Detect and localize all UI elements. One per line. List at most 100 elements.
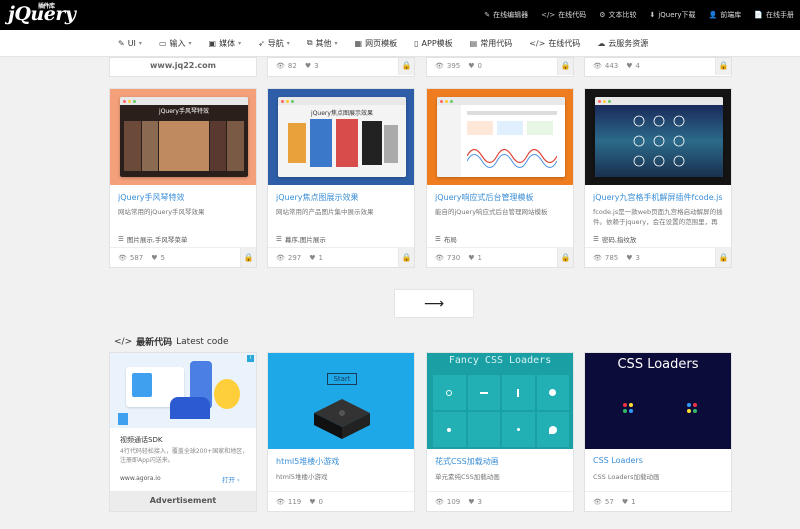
nav-media[interactable]: ▣ 媒体 ▾ <box>209 38 242 49</box>
partial-card-2[interactable]: 👁 82 ♥ 3 🔒 <box>267 57 415 77</box>
top-links: ✎ 在线编辑器 </> 在线代码 ⚙ 文本比较 ⬇ jQuery下载 👤 前端库 📄 在线手… <box>484 0 794 30</box>
heart-icon: ♥ <box>621 497 629 506</box>
code-icon: </> <box>114 336 133 347</box>
nav-web-templates[interactable]: ▦ 网页模板 <box>355 38 398 49</box>
card-title[interactable]: jQuery焦点图展示效果 <box>276 192 410 203</box>
card-stats: 👁 82 ♥ 3 🔒 <box>268 58 414 76</box>
advertisement-card[interactable]: i 视频通话SDK 4行代码轻松接入，覆盖全球200+国家和地区，注册即App闪… <box>109 352 257 512</box>
lock-icon[interactable]: 🔒 <box>715 58 731 75</box>
toplink-editor[interactable]: ✎ 在线编辑器 <box>484 10 528 20</box>
nav-common-code[interactable]: ▤ 常用代码 <box>470 38 513 49</box>
card-thumbnail[interactable]: Start <box>268 353 414 449</box>
lock-icon[interactable]: 🔒 <box>557 58 573 75</box>
nav-navigation[interactable]: ➶ 导航 ▾ <box>258 38 290 49</box>
ad-title[interactable]: 视频通话SDK <box>120 435 162 445</box>
card-title[interactable]: html5堆楼小游戏 <box>276 456 339 467</box>
load-more-button[interactable]: ⟶ <box>394 289 474 318</box>
eye-icon: 👁 <box>118 253 127 262</box>
heart-icon: ♥ <box>309 497 316 506</box>
card-site-url: www.jq22.com <box>150 61 216 70</box>
toplink-online-code[interactable]: </> 在线代码 <box>541 10 586 20</box>
latest-card[interactable]: Start html5堆楼小游戏 html5堆楼小游戏 👁 119 ♥ 0 <box>267 352 415 512</box>
card-description: 网站常用的jQuery手风琴效果 <box>118 208 205 216</box>
card-description: fcode.js是一款web页面九宫格启动解屏的插件。依赖于jquery，会在设… <box>593 208 723 226</box>
toplink-jquery-download[interactable]: ⬇ jQuery下载 <box>649 10 695 20</box>
card-tags: ☰ 图片展示,手风琴菜单 <box>118 235 188 244</box>
card-description: 能自的jQuery响应式后台管理网站模板 <box>435 208 548 216</box>
chevron-down-icon: ▾ <box>188 39 192 47</box>
card-stats: 👁 785 ♥ 3 🔒 <box>585 247 731 267</box>
thumb-heading: CSS Loaders <box>617 357 699 372</box>
nav-online-code[interactable]: </> 在线代码 <box>529 38 580 49</box>
card-title[interactable]: jQuery九宫格手机解屏插件fcode.js <box>593 192 727 203</box>
nav-other[interactable]: ⧉ 其他 ▾ <box>307 38 338 49</box>
card-description: 单元素纯CSS加载动画 <box>435 473 500 481</box>
keyboard-icon: ▭ <box>158 38 167 48</box>
partial-card-4[interactable]: 👁 443 ♥ 4 🔒 <box>584 57 732 77</box>
chevron-down-icon: ▾ <box>334 39 338 47</box>
card-thumbnail[interactable]: CSS Loaders <box>585 353 731 449</box>
ad-open-button[interactable]: 打开 › <box>222 474 240 484</box>
plugin-card[interactable]: jQuery焦点图展示效果 jQuery焦点图展示效果 网站常用的产品图片集中展… <box>267 88 415 268</box>
toplink-manual[interactable]: 📄 在线手册 <box>754 10 794 20</box>
card-thumbnail[interactable]: jQuery手风琴特效 <box>110 89 256 185</box>
card-title[interactable]: CSS Loaders <box>593 456 643 465</box>
partial-card-3[interactable]: 👁 395 ♥ 0 🔒 <box>426 57 574 77</box>
heart-icon: ♥ <box>468 62 475 70</box>
lock-icon[interactable]: 🔒 <box>398 58 414 75</box>
user-icon: 👤 <box>708 11 718 19</box>
nav-input[interactable]: ▭ 输入 ▾ <box>159 38 192 49</box>
heart-icon: ♥ <box>626 62 633 70</box>
latest-card[interactable]: CSS Loaders CSS Loaders CSS Loaders加载动画 … <box>584 352 732 512</box>
card-tags: ☰ 幕序,图片展示 <box>276 235 326 244</box>
lock-icon[interactable]: 🔒 <box>557 248 573 267</box>
chevron-down-icon: ▾ <box>138 39 142 47</box>
card-title[interactable]: jQuery手风琴特效 <box>118 192 252 203</box>
card-thumbnail[interactable]: Fancy CSS Loaders <box>427 353 573 449</box>
thumb-heading: Fancy CSS Loaders <box>448 355 552 366</box>
eye-icon: 👁 <box>276 62 285 70</box>
eye-icon: 👁 <box>435 497 444 506</box>
card-title[interactable]: 花式CSS加载动画 <box>435 456 499 467</box>
gear-icon: ⚙ <box>599 11 606 19</box>
pattern-lock-grid <box>633 115 685 167</box>
wave-chart-decoration <box>467 148 557 168</box>
lock-icon[interactable]: 🔒 <box>715 248 731 267</box>
card-title[interactable]: jQuery响应式后台管理模板 <box>435 192 569 203</box>
thumbnail-preview: jQuery焦点图展示效果 <box>278 97 406 177</box>
ad-info-icon[interactable]: i <box>247 355 254 362</box>
site-logo[interactable]: 插件库 jQuery <box>8 3 76 25</box>
toplink-frontend-lib[interactable]: 👤 前端库 <box>709 10 742 20</box>
card-tags: ☰ 密码,指纹放 <box>593 235 637 244</box>
card-thumbnail[interactable]: jQuery焦点图展示效果 <box>268 89 414 185</box>
ad-url: www.agora.io <box>120 475 161 482</box>
thumbnail-preview: jQuery手风琴特效 <box>120 97 248 177</box>
plugin-card[interactable]: jQuery手风琴特效 jQuery手风琴特效 网站常用的jQuery手风琴效果… <box>109 88 257 268</box>
nav-cloud[interactable]: ☁ 云服务资源 <box>597 38 648 49</box>
card-thumbnail[interactable] <box>427 89 573 185</box>
card-stats: 👁 443 ♥ 4 🔒 <box>585 58 731 76</box>
card-stats: 👁 395 ♥ 0 🔒 <box>427 58 573 76</box>
nav-ui[interactable]: ✎ UI ▾ <box>118 39 142 48</box>
toplink-text-compare[interactable]: ⚙ 文本比较 <box>599 10 636 20</box>
card-stats: 👁 587 ♥ 5 🔒 <box>110 247 256 267</box>
card-description: 网站常用的产品图片集中展示效果 <box>276 208 374 216</box>
card-thumbnail[interactable] <box>585 89 731 185</box>
eye-icon: 👁 <box>593 497 602 506</box>
nav-app-templates[interactable]: ▯ APP模板 <box>414 38 453 49</box>
grid-icon: ▦ <box>354 38 363 48</box>
lock-icon[interactable]: 🔒 <box>398 248 414 267</box>
chevron-down-icon: ▾ <box>238 39 242 47</box>
card-stats: 👁 297 ♥ 1 🔒 <box>268 247 414 267</box>
plugin-card[interactable]: jQuery响应式后台管理模板 能自的jQuery响应式后台管理网站模板 ☰ 布局… <box>426 88 574 268</box>
ad-image[interactable]: i <box>110 353 256 428</box>
code-icon: </> <box>541 11 556 19</box>
partial-card-1[interactable]: www.jq22.com <box>109 57 257 77</box>
card-stats: 👁 119 ♥ 0 <box>268 491 414 511</box>
latest-card[interactable]: Fancy CSS Loaders 花式CSS加载动画 单元素纯CSS加载动画 … <box>426 352 574 512</box>
plugin-card[interactable]: jQuery九宫格手机解屏插件fcode.js fcode.js是一款web页面… <box>584 88 732 268</box>
list-icon: ☰ <box>276 235 282 243</box>
chevron-down-icon: ▾ <box>286 39 290 47</box>
lock-icon[interactable]: 🔒 <box>240 248 256 267</box>
heart-icon: ♥ <box>468 497 475 506</box>
